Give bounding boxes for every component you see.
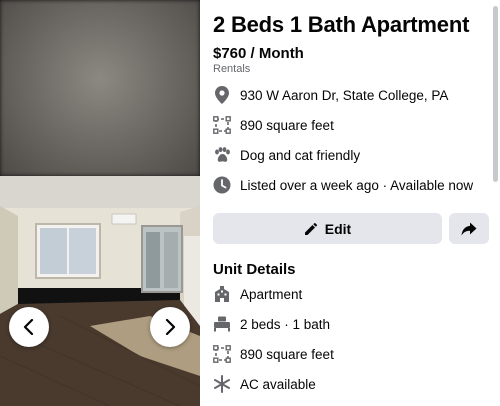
share-button[interactable] — [449, 213, 489, 244]
location-row: 930 W Aaron Dr, State College, PA — [213, 84, 448, 106]
paw-icon — [213, 146, 231, 164]
previous-photo-button[interactable] — [9, 307, 49, 347]
square-feet-icon — [213, 116, 231, 134]
location-text[interactable]: 930 W Aaron Dr, State College, PA — [240, 88, 448, 103]
building-icon — [213, 285, 231, 303]
photo-gallery — [0, 0, 200, 406]
listing-category[interactable]: Rentals — [213, 63, 250, 75]
unit-square-feet-text: 890 square feet — [240, 346, 334, 362]
square-feet-icon — [213, 345, 231, 363]
listed-time-row: Listed over a week ago · Available now — [213, 174, 473, 196]
beds-baths-text: 2 beds · 1 bath — [240, 316, 331, 332]
unit-details-heading: Unit Details — [213, 261, 296, 278]
listing-details: 2 Beds 1 Bath Apartment $760 / Month Ren… — [200, 0, 500, 406]
unit-square-feet-row: 890 square feet — [213, 343, 334, 365]
chevron-left-icon — [23, 319, 34, 335]
pet-policy-row: Dog and cat friendly — [213, 144, 360, 166]
unit-type-row: Apartment — [213, 283, 302, 305]
photo-preview-blurred — [0, 0, 200, 176]
snowflake-icon — [213, 375, 231, 393]
details-scrollbar[interactable] — [493, 6, 498, 182]
ac-row: AC available — [213, 373, 316, 395]
listed-time-text: Listed over a week ago · Available now — [240, 177, 474, 193]
pencil-icon — [304, 222, 317, 235]
ac-text: AC available — [240, 376, 316, 392]
bed-icon — [213, 315, 231, 333]
listing-price: $760 / Month — [213, 45, 304, 62]
share-icon — [461, 222, 477, 235]
next-photo-button[interactable] — [150, 307, 190, 347]
edit-button-label: Edit — [324, 220, 352, 237]
chevron-right-icon — [165, 319, 176, 335]
beds-baths-row: 2 beds · 1 bath — [213, 313, 330, 335]
edit-button[interactable]: Edit — [213, 213, 442, 244]
location-pin-icon — [213, 86, 231, 104]
clock-icon — [213, 176, 231, 194]
listing-photo[interactable] — [0, 176, 200, 406]
square-feet-text: 890 square feet — [240, 117, 334, 133]
square-feet-row: 890 square feet — [213, 114, 334, 136]
unit-type-text: Apartment — [240, 286, 303, 302]
pet-policy-text: Dog and cat friendly — [240, 147, 361, 163]
listing-title: 2 Beds 1 Bath Apartment — [213, 12, 470, 37]
